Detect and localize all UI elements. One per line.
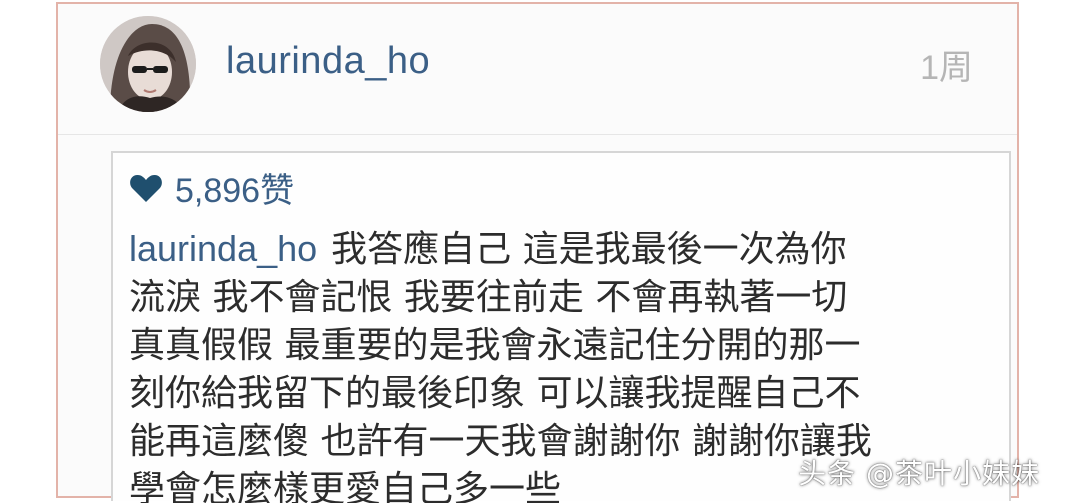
post-username[interactable]: laurinda_ho (226, 40, 430, 83)
caption-line: laurinda_ho 我答應自己 這是我最後一次為你 (129, 225, 989, 274)
caption-line: 真真假假 最重要的是我會永遠記住分開的那一 (129, 325, 861, 366)
caption-text: 我答應自己 這是我最後一次為你 (331, 229, 847, 270)
caption-username[interactable]: laurinda_ho (129, 228, 317, 269)
caption-line: 流淚 我不會記恨 我要往前走 不會再執著一切 (129, 277, 848, 318)
likes-row[interactable]: 5,896赞 (129, 163, 294, 212)
likes-count: 5,896赞 (175, 172, 295, 210)
heart-icon (130, 174, 162, 202)
avatar-image (100, 16, 196, 112)
source-watermark: 头条 @茶叶小妹妹 (798, 457, 1040, 490)
caption-line: 刻你給我留下的最後印象 可以讓我提醒自己不 (129, 373, 861, 414)
avatar[interactable] (100, 16, 196, 112)
header-divider (58, 134, 1017, 135)
post-timestamp: 1周 (920, 49, 973, 87)
post-content-panel: 5,896赞 laurinda_ho 我答應自己 這是我最後一次為你 流淚 我不會… (111, 151, 1011, 503)
instagram-post-card: laurinda_ho 1周 5,896赞 laurinda_ho 我答應自己 這… (56, 2, 1019, 503)
post-header: laurinda_ho 1周 (58, 4, 1017, 134)
screenshot-stage: laurinda_ho 1周 5,896赞 laurinda_ho 我答應自己 這… (0, 0, 1075, 503)
